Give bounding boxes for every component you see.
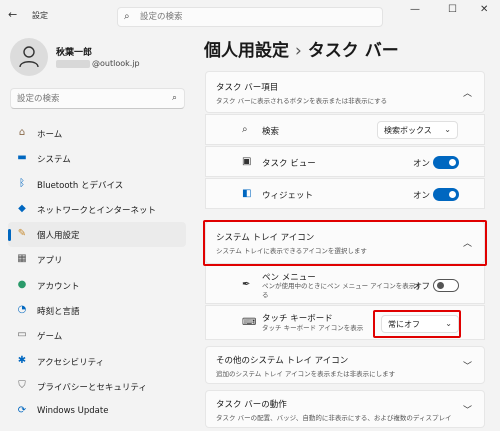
section-subtitle: タスク バーに表示されるボタンを表示または非表示にする: [216, 97, 388, 105]
touch-keyboard-dropdown[interactable]: 常にオフ ⌄: [381, 315, 459, 333]
system-tray-header[interactable]: システム トレイ アイコン システム トレイに表示できるアイコンを選択します ︿: [205, 221, 485, 264]
apps-icon: ▦: [17, 253, 27, 265]
title-bar: ← 設定 ⌕ — ☐ ✕: [0, 0, 500, 30]
pen-menu-toggle[interactable]: [433, 279, 459, 292]
sidebar-nav: ⌂ ホーム ▬ システム ᛒ Bluetooth とデバイス ◆ ネットワークと…: [8, 121, 186, 425]
row-subtitle: ペンが使用中のときにペン メニュー アイコンを表示する: [262, 282, 422, 299]
breadcrumb-separator: ›: [295, 41, 302, 61]
row-label: 検索: [262, 127, 280, 137]
widgets-icon: ◧: [242, 188, 252, 199]
task-view-toggle[interactable]: [433, 156, 459, 169]
breadcrumb-parent[interactable]: 個人用設定: [204, 41, 289, 61]
sidebar-item-accessibility[interactable]: ✱ アクセシビリティ: [8, 349, 186, 374]
maximize-button[interactable]: ☐: [448, 4, 457, 15]
sidebar-search-box[interactable]: ⌕: [10, 88, 185, 109]
sidebar-item-network[interactable]: ◆ ネットワークとインターネット: [8, 197, 186, 222]
other-tray-icons-header[interactable]: その他のシステム トレイ アイコン 追加のシステム トレイ アイコンを表示または…: [205, 346, 485, 384]
avatar[interactable]: [10, 38, 48, 76]
network-icon: ◆: [18, 202, 26, 214]
search-dropdown[interactable]: 検索ボックス ⌄: [377, 121, 458, 139]
sidebar-item-home[interactable]: ⌂ ホーム: [8, 121, 186, 146]
touch-keyboard-row: ⌨ タッチ キーボード タッチ キーボード アイコンを表示 常にオフ ⌄: [205, 305, 485, 340]
sidebar-item-system[interactable]: ▬ システム: [8, 146, 186, 171]
close-button[interactable]: ✕: [480, 4, 488, 15]
sidebar-search-input[interactable]: [17, 92, 167, 106]
windows-update-icon: ⟳: [17, 405, 27, 417]
task-view-row: ▣ タスク ビュー オン: [205, 146, 485, 177]
section-subtitle: システム トレイに表示できるアイコンを選択します: [216, 247, 367, 255]
chevron-down-icon[interactable]: ﹀: [463, 359, 472, 372]
section-title: システム トレイ アイコン: [216, 233, 315, 243]
search-row: ⌕ 検索 検索ボックス ⌄: [205, 114, 485, 145]
task-view-icon: ▣: [242, 156, 252, 167]
sidebar-item-privacy[interactable]: ⛉ プライバシーとセキュリティ: [8, 374, 186, 399]
home-icon: ⌂: [18, 127, 26, 138]
sidebar-item-gaming[interactable]: ▭ ゲーム: [8, 323, 186, 348]
user-email: @outlook.jp: [56, 59, 140, 68]
sidebar-item-accounts[interactable]: ● アカウント: [8, 273, 186, 298]
widgets-toggle[interactable]: [433, 188, 459, 201]
user-name: 秋葉一郎: [56, 48, 93, 58]
sidebar-item-windows-update[interactable]: ⟳ Windows Update: [8, 399, 186, 424]
personalization-icon: ✎: [17, 228, 27, 240]
section-title: その他のシステム トレイ アイコン: [216, 356, 349, 366]
person-icon: [19, 46, 39, 68]
toggle-state-text: オン: [413, 191, 431, 201]
keyboard-icon: ⌨: [242, 317, 257, 328]
email-redaction: [56, 59, 90, 68]
top-search-input[interactable]: [140, 10, 370, 24]
sidebar-item-bluetooth[interactable]: ᛒ Bluetooth とデバイス: [8, 172, 186, 197]
toggle-state-text: オン: [413, 159, 431, 169]
back-arrow-icon[interactable]: ←: [8, 8, 17, 21]
breadcrumb: 個人用設定 › タスク バー: [204, 36, 399, 61]
pen-icon: ✒: [242, 279, 251, 290]
gaming-icon: ▭: [17, 329, 27, 341]
sidebar-item-time-language[interactable]: ◔ 時刻と言語: [8, 298, 186, 323]
bluetooth-icon: ᛒ: [19, 177, 25, 189]
app-title: 設定: [32, 11, 48, 20]
accessibility-icon: ✱: [17, 354, 27, 366]
page-title: タスク バー: [307, 41, 399, 61]
minimize-button[interactable]: —: [410, 4, 420, 15]
chevron-up-icon[interactable]: ︿: [463, 86, 472, 99]
pen-menu-row: ✒ ペン メニュー ペンが使用中のときにペン メニュー アイコンを表示する オフ: [205, 265, 485, 304]
privacy-icon: ⛉: [18, 379, 26, 391]
sidebar-item-personalization[interactable]: ✎ 個人用設定: [8, 222, 186, 248]
chevron-down-icon: ⌄: [444, 125, 451, 134]
system-icon: ▬: [17, 152, 27, 164]
widgets-row: ◧ ウィジェット オン: [205, 178, 485, 209]
toggle-state-text: オフ: [413, 282, 431, 292]
search-icon: ⌕: [124, 11, 130, 22]
section-title: タスク バーの動作: [216, 400, 287, 410]
taskbar-items-header[interactable]: タスク バー項目 タスク バーに表示されるボタンを表示または非表示にする ︿: [205, 71, 485, 113]
chevron-up-icon[interactable]: ︿: [463, 236, 472, 249]
search-icon: ⌕: [171, 93, 177, 103]
sidebar-item-apps[interactable]: ▦ アプリ: [8, 247, 186, 272]
chevron-down-icon: ⌄: [445, 319, 452, 328]
section-subtitle: タスク バーの配置、バッジ、自動的に非表示にする、および複数のディスプレイ: [216, 414, 452, 422]
row-label: タスク ビュー: [262, 159, 316, 169]
account-icon: ●: [17, 278, 27, 290]
row-label: ウィジェット: [262, 191, 314, 201]
taskbar-behaviors-header[interactable]: タスク バーの動作 タスク バーの配置、バッジ、自動的に非表示にする、および複数…: [205, 390, 485, 428]
section-subtitle: 追加のシステム トレイ アイコンを表示または非表示にします: [216, 370, 396, 378]
search-icon: ⌕: [242, 124, 248, 135]
row-label: タッチ キーボード: [262, 314, 333, 324]
chevron-down-icon[interactable]: ﹀: [463, 403, 472, 416]
section-title: タスク バー項目: [216, 83, 279, 93]
top-search-box[interactable]: ⌕: [117, 7, 383, 27]
time-language-icon: ◔: [17, 304, 27, 316]
